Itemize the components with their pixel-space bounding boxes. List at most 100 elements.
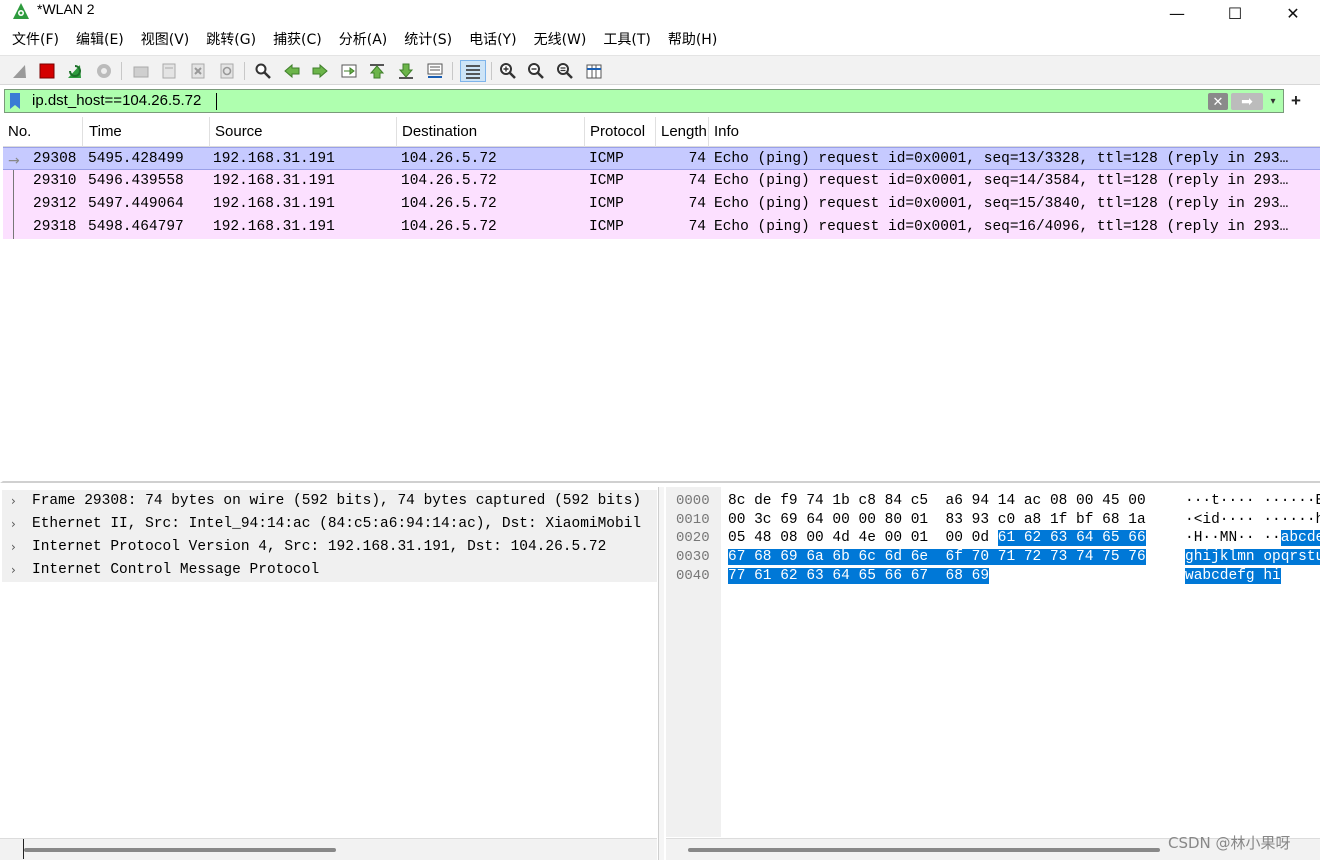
column-header-info[interactable]: Info bbox=[709, 117, 1320, 147]
shark-fin-start-icon[interactable] bbox=[9, 60, 31, 82]
cell-time: 5496.439558 bbox=[88, 173, 184, 189]
cell-source: 192.168.31.191 bbox=[213, 219, 335, 235]
ascii-line[interactable]: ·<id···· ······h· bbox=[1185, 511, 1320, 530]
text-cursor bbox=[216, 93, 217, 110]
bookmark-icon[interactable] bbox=[9, 93, 21, 109]
expand-arrow-icon[interactable]: › bbox=[11, 559, 16, 582]
apply-filter-button[interactable]: ➡ bbox=[1231, 93, 1263, 110]
stop-capture-icon[interactable] bbox=[36, 60, 58, 82]
menu-wireless[interactable]: 无线(W) bbox=[528, 29, 593, 51]
maximize-button[interactable]: ☐ bbox=[1206, 0, 1264, 26]
maximize-icon: ☐ bbox=[1227, 3, 1243, 23]
tree-item-frame[interactable]: › Frame 29308: 74 bytes on wire (592 bit… bbox=[2, 490, 657, 513]
ascii-text-selected: abcdef bbox=[1280, 530, 1320, 546]
expand-arrow-icon[interactable]: › bbox=[11, 536, 16, 559]
save-file-icon[interactable] bbox=[158, 60, 180, 82]
ascii-line[interactable]: ghijklmn opqrstuv bbox=[1185, 548, 1320, 567]
menu-analyze[interactable]: 分析(A) bbox=[333, 29, 394, 51]
menu-help[interactable]: 帮助(H) bbox=[662, 29, 723, 51]
menu-edit[interactable]: 编辑(E) bbox=[70, 29, 130, 51]
ascii-line[interactable]: ·H··MN·· ··abcdef bbox=[1185, 529, 1320, 548]
capture-options-icon[interactable] bbox=[93, 60, 115, 82]
hex-bytes-selected: 77 61 62 63 64 65 66 67 68 69 bbox=[728, 568, 990, 584]
column-header-source[interactable]: Source bbox=[210, 117, 397, 147]
tree-item-label: Internet Protocol Version 4, Src: 192.16… bbox=[32, 539, 607, 555]
hex-bytes-selected: 61 62 63 64 65 66 bbox=[997, 530, 1146, 546]
watermark-text: CSDN @林小果呀 bbox=[1168, 834, 1291, 852]
packet-row[interactable]: 29312 5497.449064 192.168.31.191 104.26.… bbox=[3, 193, 1320, 216]
menu-tools[interactable]: 工具(T) bbox=[597, 29, 656, 51]
scrollbar-thumb[interactable] bbox=[24, 848, 336, 852]
packet-details-pane: › Frame 29308: 74 bytes on wire (592 bit… bbox=[2, 487, 657, 837]
column-header-length[interactable]: Length bbox=[656, 117, 709, 147]
zoom-in-icon[interactable] bbox=[497, 60, 519, 82]
packet-row[interactable]: → 29308 5495.428499 192.168.31.191 104.2… bbox=[3, 147, 1320, 170]
reload-file-icon[interactable] bbox=[216, 60, 238, 82]
zoom-out-icon[interactable] bbox=[525, 60, 547, 82]
packet-bytes-pane: 0000 0010 0020 0030 0040 8c de f9 74 1b … bbox=[666, 487, 1320, 837]
cell-no: 29308 bbox=[33, 151, 77, 167]
resize-columns-icon[interactable] bbox=[583, 60, 605, 82]
hex-line[interactable]: 00 3c 69 64 00 00 80 01 83 93 c0 a8 1f b… bbox=[728, 511, 1146, 530]
colorize-icon[interactable] bbox=[460, 60, 486, 82]
cell-source: 192.168.31.191 bbox=[213, 151, 335, 167]
go-forward-icon[interactable] bbox=[309, 60, 331, 82]
restart-capture-icon[interactable] bbox=[64, 60, 86, 82]
column-header-destination[interactable]: Destination bbox=[397, 117, 585, 147]
normal-size-icon[interactable] bbox=[554, 60, 576, 82]
column-header-protocol[interactable]: Protocol bbox=[585, 117, 656, 147]
close-file-icon[interactable] bbox=[187, 60, 209, 82]
ascii-line[interactable]: ···t···· ······E· bbox=[1185, 492, 1320, 511]
autoscroll-icon[interactable] bbox=[424, 60, 446, 82]
tree-item-ethernet[interactable]: › Ethernet II, Src: Intel_94:14:ac (84:c… bbox=[2, 513, 657, 536]
menu-capture[interactable]: 捕获(C) bbox=[267, 29, 328, 51]
expand-arrow-icon[interactable]: › bbox=[11, 490, 16, 513]
plus-icon: + bbox=[1291, 91, 1301, 110]
hex-line[interactable]: 77 61 62 63 64 65 66 67 68 69 bbox=[728, 567, 990, 586]
go-back-icon[interactable] bbox=[281, 60, 303, 82]
clear-filter-button[interactable]: ✕ bbox=[1208, 93, 1228, 110]
tree-item-label: Internet Control Message Protocol bbox=[32, 562, 320, 578]
expand-arrow-icon[interactable]: › bbox=[11, 513, 16, 536]
packet-row[interactable]: 29318 5498.464797 192.168.31.191 104.26.… bbox=[3, 216, 1320, 239]
hex-line[interactable]: 05 48 08 00 4d 4e 00 01 00 0d 61 62 63 6… bbox=[728, 529, 1146, 548]
minimize-button[interactable]: — bbox=[1148, 0, 1206, 26]
cell-time: 5498.464797 bbox=[88, 219, 184, 235]
cell-length: 74 bbox=[688, 219, 706, 235]
display-filter-bar: ip.dst_host==104.26.5.72 ✕ ➡ ▾ bbox=[4, 89, 1284, 113]
last-packet-icon[interactable] bbox=[395, 60, 417, 82]
ascii-line[interactable]: wabcdefg hi bbox=[1185, 567, 1281, 586]
packet-row[interactable]: 29310 5496.439558 192.168.31.191 104.26.… bbox=[3, 170, 1320, 193]
cell-info: Echo (ping) request id=0x0001, seq=14/35… bbox=[714, 173, 1289, 189]
display-filter-input[interactable]: ip.dst_host==104.26.5.72 bbox=[32, 92, 201, 110]
hex-bytes: 05 48 08 00 4d 4e 00 01 00 0d bbox=[728, 530, 998, 546]
column-header-no[interactable]: No. bbox=[3, 117, 83, 147]
scrollbar-thumb[interactable] bbox=[688, 848, 1160, 852]
menu-statistics[interactable]: 统计(S) bbox=[398, 29, 458, 51]
open-file-icon[interactable] bbox=[130, 60, 152, 82]
menu-view[interactable]: 视图(V) bbox=[135, 29, 196, 51]
menu-file[interactable]: 文件(F) bbox=[6, 29, 65, 51]
menu-telephony[interactable]: 电话(Y) bbox=[463, 29, 522, 51]
column-header-time[interactable]: Time bbox=[84, 117, 210, 147]
pane-splitter[interactable] bbox=[658, 487, 664, 860]
hex-line[interactable]: 67 68 69 6a 6b 6c 6d 6e 6f 70 71 72 73 7… bbox=[728, 548, 1146, 567]
cell-no: 29310 bbox=[33, 173, 77, 189]
close-window-button[interactable]: ✕ bbox=[1264, 0, 1320, 26]
tree-item-ipv4[interactable]: › Internet Protocol Version 4, Src: 192.… bbox=[2, 536, 657, 559]
cell-destination: 104.26.5.72 bbox=[401, 196, 497, 212]
tree-item-label: Frame 29308: 74 bytes on wire (592 bits)… bbox=[32, 493, 642, 509]
menu-go[interactable]: 跳转(G) bbox=[200, 29, 262, 51]
cell-source: 192.168.31.191 bbox=[213, 173, 335, 189]
go-to-packet-icon[interactable] bbox=[338, 60, 360, 82]
minimize-icon: — bbox=[1169, 3, 1185, 23]
filter-history-dropdown[interactable]: ▾ bbox=[1266, 93, 1280, 110]
cell-protocol: ICMP bbox=[589, 173, 624, 189]
add-filter-button[interactable]: + bbox=[1288, 89, 1304, 113]
hex-line[interactable]: 8c de f9 74 1b c8 84 c5 a6 94 14 ac 08 0… bbox=[728, 492, 1146, 511]
tree-item-icmp[interactable]: › Internet Control Message Protocol bbox=[2, 559, 657, 582]
first-packet-icon[interactable] bbox=[366, 60, 388, 82]
find-packet-icon[interactable] bbox=[252, 60, 274, 82]
details-horizontal-scrollbar[interactable] bbox=[0, 838, 657, 860]
byte-offset: 0010 bbox=[676, 512, 710, 528]
